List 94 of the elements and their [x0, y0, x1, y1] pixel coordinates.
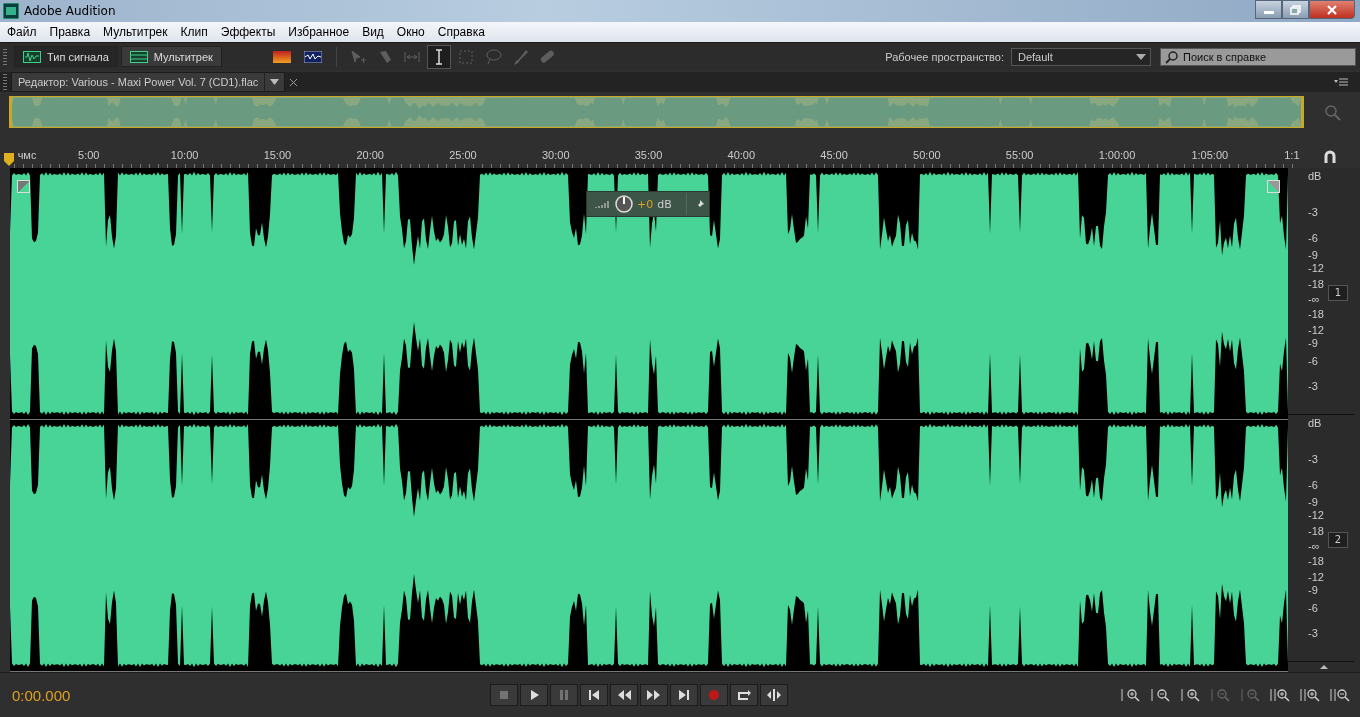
gain-value[interactable]: +0	[637, 197, 654, 211]
db-scale-label: -6	[1308, 602, 1318, 613]
fade-out-handle-icon[interactable]	[1267, 180, 1280, 193]
skip-button[interactable]	[760, 684, 788, 706]
editor-tab-title: Редактор: Various - Maxi Power Vol. 7 (CD1).flac	[17, 76, 260, 88]
editor-tab[interactable]: Редактор: Various - Maxi Power Vol. 7 (CD1).flac	[11, 72, 286, 92]
ruler-label: 25:00	[449, 149, 477, 161]
db-scale-label: -3	[1308, 627, 1318, 639]
zoom-button[interactable]	[1150, 687, 1170, 703]
db-scale-label: -12	[1308, 571, 1324, 583]
tracks-icon	[129, 50, 148, 63]
play-button[interactable]	[520, 684, 548, 706]
close-button[interactable]	[1309, 0, 1355, 19]
view-button[interactable]: Тип сигнала	[14, 46, 118, 67]
help-search-field[interactable]: Поиск в справке	[1160, 47, 1356, 66]
channel-number[interactable]: 2	[1328, 532, 1348, 548]
ruler-label: 15:00	[263, 149, 292, 161]
workspace-label: Рабочее пространство:	[885, 50, 1004, 63]
db-scale-label: -∞	[1308, 540, 1320, 552]
ruler-label: 35:00	[634, 149, 663, 161]
channel-number[interactable]: 1	[1328, 285, 1348, 301]
db-scale-label: -6	[1308, 479, 1318, 490]
view-button[interactable]: Мультитрек	[120, 46, 222, 67]
window-title: Adobe Audition	[24, 4, 116, 18]
db-scale-label: -9	[1308, 496, 1318, 508]
start-button[interactable]	[580, 684, 608, 706]
ruler-label: 5:00	[78, 149, 100, 161]
restore-button[interactable]	[1282, 0, 1309, 19]
gain-knob[interactable]	[615, 195, 633, 213]
restore-icon	[1289, 4, 1302, 15]
end-button[interactable]	[670, 684, 698, 706]
db-scale-label: -9	[1308, 337, 1318, 349]
search-icon	[1165, 50, 1178, 64]
db-scale-label: -∞	[1308, 293, 1320, 305]
db-scale-label: -12	[1308, 509, 1324, 521]
menu-item[interactable]: Справка	[431, 25, 492, 39]
menu-item[interactable]: Окно	[390, 25, 432, 39]
db-scale-label: -9	[1308, 584, 1318, 596]
ruler-label: 50:00	[913, 149, 941, 161]
menu-item[interactable]: Вид	[356, 25, 391, 39]
grip-icon[interactable]	[3, 48, 7, 65]
db-scale-label: -3	[1308, 380, 1318, 392]
ruler-label: 1:05:00	[1191, 149, 1229, 161]
db-scale-label: -18	[1308, 525, 1324, 536]
ruler-label: 30:00	[541, 149, 570, 161]
zoom-button[interactable]	[1270, 687, 1290, 703]
zoom-button[interactable]	[1180, 687, 1200, 703]
ruler-label: 1:00:00	[1098, 149, 1136, 161]
menu-item[interactable]: Клип	[174, 25, 215, 39]
app-logo-icon	[3, 3, 19, 19]
ruler-label: 1:1	[1284, 149, 1300, 161]
db-scale-label: -3	[1308, 206, 1318, 218]
forward-button[interactable]	[640, 684, 668, 706]
time-display: 0:00.000	[11, 686, 72, 704]
zoom-button[interactable]	[1330, 687, 1350, 703]
db-scale-label: -18	[1308, 278, 1324, 289]
tool-icon[interactable]	[426, 44, 451, 69]
minimize-icon	[1263, 11, 1274, 14]
db-scale-label: dB	[1308, 170, 1322, 182]
zoom-button[interactable]	[1120, 687, 1140, 703]
fade-in-handle-icon[interactable]	[17, 180, 30, 193]
level-bars-icon	[595, 199, 611, 209]
db-scale-label: -6	[1308, 355, 1318, 366]
db-scale-label: -12	[1308, 324, 1324, 336]
db-scale-label: -12	[1308, 262, 1324, 274]
ruler-label: 45:00	[820, 149, 848, 161]
close-icon	[1326, 4, 1338, 15]
db-scale-label: -9	[1308, 249, 1318, 261]
menu-item[interactable]: Эффекты	[214, 25, 283, 39]
db-scale-label: -6	[1308, 232, 1318, 243]
db-scale-label: -18	[1308, 309, 1324, 320]
playhead-marker-icon[interactable]	[4, 153, 14, 166]
loop-button[interactable]	[730, 684, 758, 706]
dropdown-caret-icon	[1136, 53, 1146, 60]
ruler-label: 40:00	[727, 149, 756, 161]
menu-item[interactable]: Файл	[1, 25, 44, 39]
zoom-button[interactable]	[1300, 687, 1320, 703]
db-scale-label: -3	[1308, 453, 1318, 465]
db-scale-label: dB	[1308, 417, 1322, 429]
ruler-label: 10:00	[170, 149, 199, 161]
ruler-label: чмс	[17, 149, 37, 161]
gain-unit: dB	[657, 197, 672, 211]
ruler-label: 20:00	[356, 149, 384, 161]
menu-item[interactable]: Мультитрек	[97, 25, 175, 39]
grip-icon[interactable]	[3, 74, 7, 90]
skip-icon	[765, 686, 783, 704]
workspace-dropdown[interactable]: Default	[1011, 47, 1151, 66]
waveform-icon	[23, 50, 41, 63]
minimize-button[interactable]	[1255, 0, 1282, 19]
db-scale-label: -18	[1308, 556, 1324, 567]
rewind-button[interactable]	[610, 684, 638, 706]
ruler-label: 55:00	[1005, 149, 1034, 161]
menu-item[interactable]: Правка	[43, 25, 98, 39]
menu-item[interactable]: Избранное	[282, 25, 357, 39]
